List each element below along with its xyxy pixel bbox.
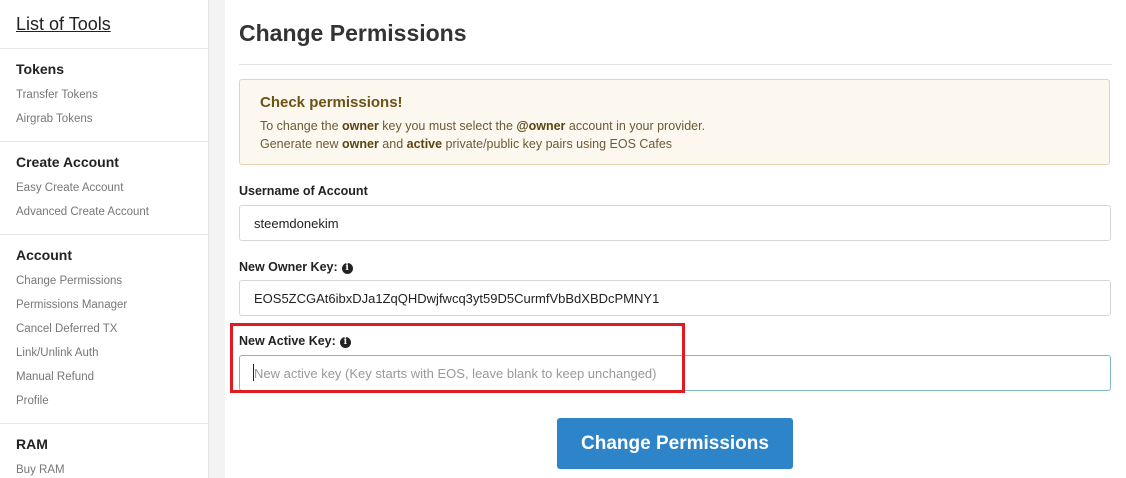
owner-key-input[interactable] (239, 280, 1111, 316)
sidebar-item-airgrab-tokens[interactable]: Airgrab Tokens (16, 107, 208, 131)
sidebar-item-cancel-deferred-tx[interactable]: Cancel Deferred TX (16, 317, 208, 341)
sidebar-heading-create-account: Create Account (16, 154, 119, 170)
username-input[interactable] (239, 205, 1111, 241)
sidebar-item-change-permissions[interactable]: Change Permissions (16, 269, 208, 293)
permissions-alert: Check permissions! To change the owner k… (239, 79, 1110, 165)
alert-line-1: To change the owner key you must select … (260, 119, 706, 133)
page-title: Change Permissions (239, 20, 467, 46)
owner-key-label: New Owner Key: i (239, 260, 353, 274)
sidebar: List of Tools Tokens Transfer Tokens Air… (0, 0, 209, 478)
main-panel: Change Permissions Check permissions! To… (225, 0, 1126, 478)
sidebar-item-manual-refund[interactable]: Manual Refund (16, 365, 208, 389)
sidebar-item-profile[interactable]: Profile (16, 389, 208, 413)
info-icon: i (341, 263, 353, 274)
alert-heading: Check permissions! (260, 94, 403, 111)
sidebar-group-ram: RAM Buy RAM (0, 423, 208, 478)
sidebar-item-transfer-tokens[interactable]: Transfer Tokens (16, 83, 208, 107)
sidebar-group-tokens: Tokens Transfer Tokens Airgrab Tokens (0, 48, 208, 141)
sidebar-heading-account: Account (16, 247, 72, 263)
change-permissions-button[interactable]: Change Permissions (557, 418, 793, 469)
sidebar-heading-ram: RAM (16, 436, 48, 452)
sidebar-item-advanced-create-account[interactable]: Advanced Create Account (16, 200, 208, 224)
sidebar-item-easy-create-account[interactable]: Easy Create Account (16, 176, 208, 200)
sidebar-item-permissions-manager[interactable]: Permissions Manager (16, 293, 208, 317)
sidebar-title[interactable]: List of Tools (16, 14, 208, 48)
sidebar-item-buy-ram[interactable]: Buy RAM (16, 458, 208, 478)
sidebar-group-create-account: Create Account Easy Create Account Advan… (0, 141, 208, 234)
username-label: Username of Account (239, 184, 368, 198)
sidebar-group-account: Account Change Permissions Permissions M… (0, 234, 208, 423)
sidebar-item-link-unlink-auth[interactable]: Link/Unlink Auth (16, 341, 208, 365)
alert-line-2: Generate new owner and active private/pu… (260, 137, 673, 151)
title-divider (239, 64, 1112, 65)
sidebar-heading-tokens: Tokens (16, 61, 64, 77)
annotation-highlight-box (230, 323, 685, 393)
